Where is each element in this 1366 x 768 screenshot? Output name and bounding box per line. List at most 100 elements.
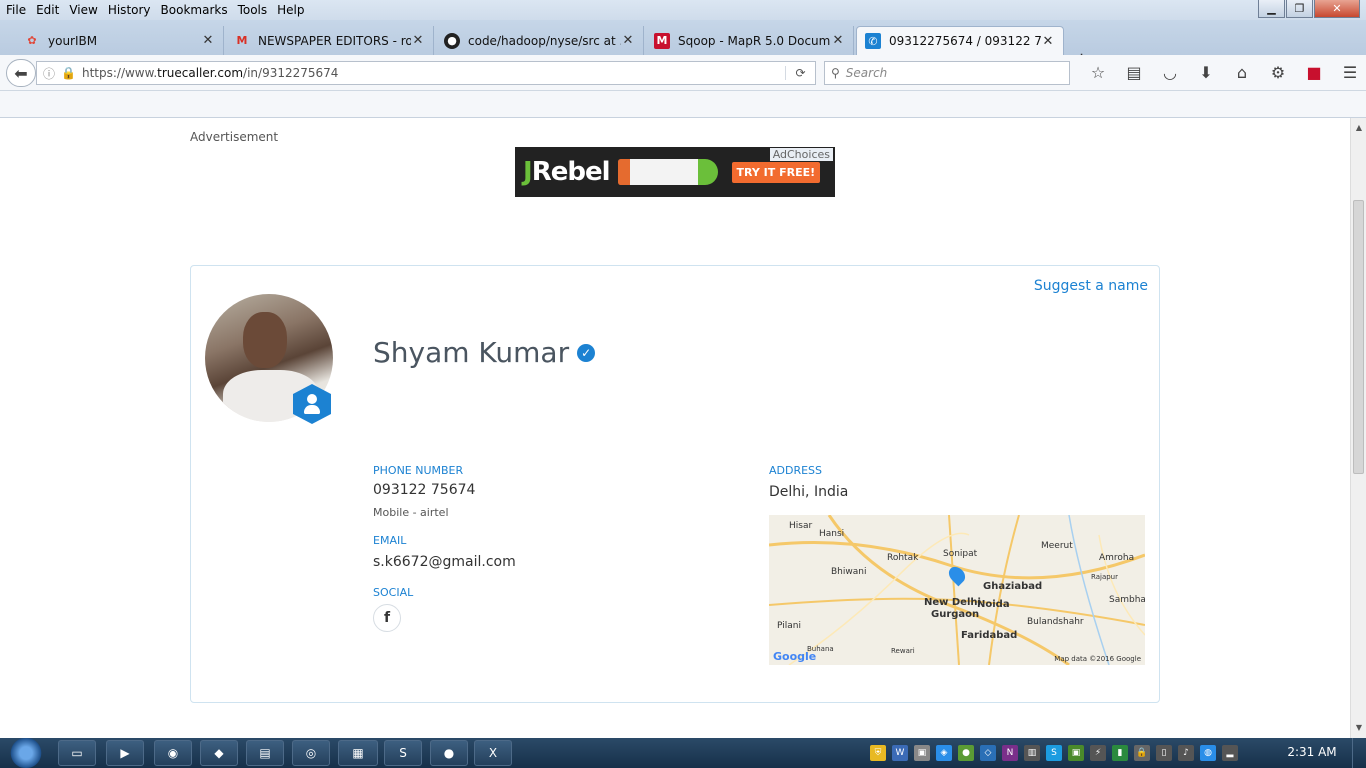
pocket-icon[interactable]: ◡: [1152, 63, 1188, 82]
map-city: Hansi: [819, 529, 845, 539]
windows-taskbar: ▭ ▶ ◉ ◆ ▤ ◎ ▦ S ● X ⛨ W ▣ ◈ ● ◇ N ▥ S ▣ …: [0, 738, 1366, 768]
skype-tray-icon[interactable]: S: [1046, 745, 1062, 761]
hamburger-menu-icon[interactable]: ☰: [1332, 63, 1366, 82]
tray-app-icon[interactable]: ◈: [936, 745, 952, 761]
settings-gear-icon[interactable]: ⚙: [1260, 63, 1296, 82]
battery-icon[interactable]: ▯: [1156, 745, 1172, 761]
tab-truecaller[interactable]: ✆ 09312275674 / 093122 7567... ✕: [856, 26, 1064, 55]
map-city: Gurgaon: [931, 609, 980, 620]
media-player-icon[interactable]: ▶: [106, 740, 144, 766]
map-city: Bhiwani: [831, 567, 867, 577]
power-icon[interactable]: ⚡: [1090, 745, 1106, 761]
bookmark-star-icon[interactable]: ☆: [1080, 63, 1116, 82]
extension-icon[interactable]: ■: [1296, 63, 1332, 82]
tray-app-icon[interactable]: ▣: [914, 745, 930, 761]
menu-history[interactable]: History: [108, 3, 151, 17]
globe-icon[interactable]: ◍: [1200, 745, 1216, 761]
menu-file[interactable]: File: [6, 3, 26, 17]
scroll-thumb[interactable]: [1353, 200, 1364, 474]
firefox-icon[interactable]: ●: [430, 740, 468, 766]
navigation-bar: ⬅ ⓘ 🔒 https://www.truecaller.com/in/9312…: [0, 55, 1366, 91]
search-input[interactable]: ⚲ Search: [824, 61, 1070, 85]
menu-bar: File Edit View History Bookmarks Tools H…: [0, 0, 1366, 20]
dropbox-icon[interactable]: ◇: [980, 745, 996, 761]
ad-logo: JRebel: [523, 157, 610, 187]
tab-sqoop[interactable]: M Sqoop - MapR 5.0 Docume... ✕: [646, 26, 854, 55]
reload-icon[interactable]: ⟳: [785, 66, 815, 80]
skype-icon[interactable]: S: [384, 740, 422, 766]
window-controls: ▁ ❐ ✕: [1258, 0, 1360, 18]
menu-edit[interactable]: Edit: [36, 3, 59, 17]
tab-github[interactable]: ● code/hadoop/nyse/src at ... ✕: [436, 26, 644, 55]
phone-number: 093122 75674: [373, 482, 476, 498]
adchoices-link[interactable]: AdChoices: [769, 148, 833, 161]
close-window-button[interactable]: ✕: [1314, 0, 1360, 18]
signal-icon[interactable]: ▂: [1222, 745, 1238, 761]
network-tool-icon[interactable]: ◆: [200, 740, 238, 766]
maximize-button[interactable]: ❐: [1286, 0, 1313, 18]
excel-icon[interactable]: X: [474, 740, 512, 766]
page-scrollbar[interactable]: ▲ ▼: [1350, 118, 1366, 738]
url-domain: truecaller.com: [157, 66, 244, 80]
close-icon[interactable]: ✕: [1041, 34, 1055, 49]
scroll-down-icon[interactable]: ▼: [1351, 720, 1366, 736]
tab-gmail[interactable]: M NEWSPAPER EDITORS - ro... ✕: [226, 26, 434, 55]
ad-cta-button[interactable]: TRY IT FREE!: [731, 161, 821, 183]
close-icon[interactable]: ✕: [411, 33, 425, 48]
back-button[interactable]: ⬅: [6, 59, 36, 87]
lock-tray-icon[interactable]: 🔒: [1134, 745, 1150, 761]
word-icon[interactable]: W: [892, 745, 908, 761]
advertisement-label: Advertisement: [190, 130, 279, 144]
start-button[interactable]: [6, 738, 46, 768]
map-city: Amroha: [1099, 553, 1135, 563]
rocket-icon: [617, 159, 718, 185]
tab-youribm[interactable]: ✿ yourIBM ✕: [16, 26, 224, 55]
ad-logo-rest: Rebel: [531, 157, 611, 187]
menu-tools[interactable]: Tools: [238, 3, 268, 17]
chrome-icon[interactable]: ◉: [154, 740, 192, 766]
email-value[interactable]: s.k6672@gmail.com: [373, 554, 516, 570]
close-icon[interactable]: ✕: [201, 33, 215, 48]
facebook-icon[interactable]: f: [373, 604, 401, 632]
lock-icon: 🔒: [61, 66, 76, 80]
url-path: /in/9312275674: [243, 66, 339, 80]
menu-view[interactable]: View: [69, 3, 97, 17]
explorer-icon[interactable]: ▭: [58, 740, 96, 766]
google-logo: Google: [773, 650, 817, 663]
close-icon[interactable]: ✕: [621, 33, 635, 48]
home-icon[interactable]: ⌂: [1224, 63, 1260, 82]
tray-app-icon[interactable]: ▣: [1068, 745, 1084, 761]
tab-label: Sqoop - MapR 5.0 Docume...: [678, 33, 831, 48]
messenger-icon[interactable]: ▦: [338, 740, 378, 766]
menu-help[interactable]: Help: [277, 3, 304, 17]
phone-icon: ✆: [865, 33, 881, 49]
map-city: Meerut: [1041, 541, 1073, 551]
map-city: Ghaziabad: [983, 581, 1043, 592]
tray-app-icon[interactable]: ▥: [1024, 745, 1040, 761]
shield-icon[interactable]: ⛨: [870, 745, 886, 761]
tray-app-icon[interactable]: N: [1002, 745, 1018, 761]
ad-banner[interactable]: JRebel TRY IT FREE! AdChoices: [515, 147, 835, 197]
location-map[interactable]: Hisar Hansi Rohtak Sonipat Meerut Amroha…: [769, 515, 1145, 665]
download-icon[interactable]: ⬇: [1188, 63, 1224, 82]
notepad-icon[interactable]: ▤: [246, 740, 284, 766]
snipping-icon[interactable]: ◎: [292, 740, 330, 766]
tray-app-icon[interactable]: ▮: [1112, 745, 1128, 761]
volume-icon[interactable]: ♪: [1178, 745, 1194, 761]
map-city: Bulandshahr: [1027, 617, 1084, 627]
url-text: https://www.truecaller.com/in/9312275674: [82, 66, 785, 80]
info-icon[interactable]: ⓘ: [43, 65, 55, 82]
menu-bookmarks[interactable]: Bookmarks: [161, 3, 228, 17]
scroll-up-icon[interactable]: ▲: [1351, 120, 1366, 136]
close-icon[interactable]: ✕: [831, 33, 845, 48]
map-city: Rewari: [891, 647, 915, 655]
suggest-name-link[interactable]: Suggest a name: [1034, 278, 1148, 294]
tray-app-icon[interactable]: ●: [958, 745, 974, 761]
reading-list-icon[interactable]: ▤: [1116, 63, 1152, 82]
show-desktop-button[interactable]: [1352, 738, 1366, 768]
badge-head: [307, 394, 317, 404]
minimize-button[interactable]: ▁: [1258, 0, 1285, 18]
taskbar-clock[interactable]: 2:31 AM: [1284, 745, 1340, 759]
url-bar[interactable]: ⓘ 🔒 https://www.truecaller.com/in/931227…: [36, 61, 816, 85]
email-label: EMAIL: [373, 534, 407, 547]
